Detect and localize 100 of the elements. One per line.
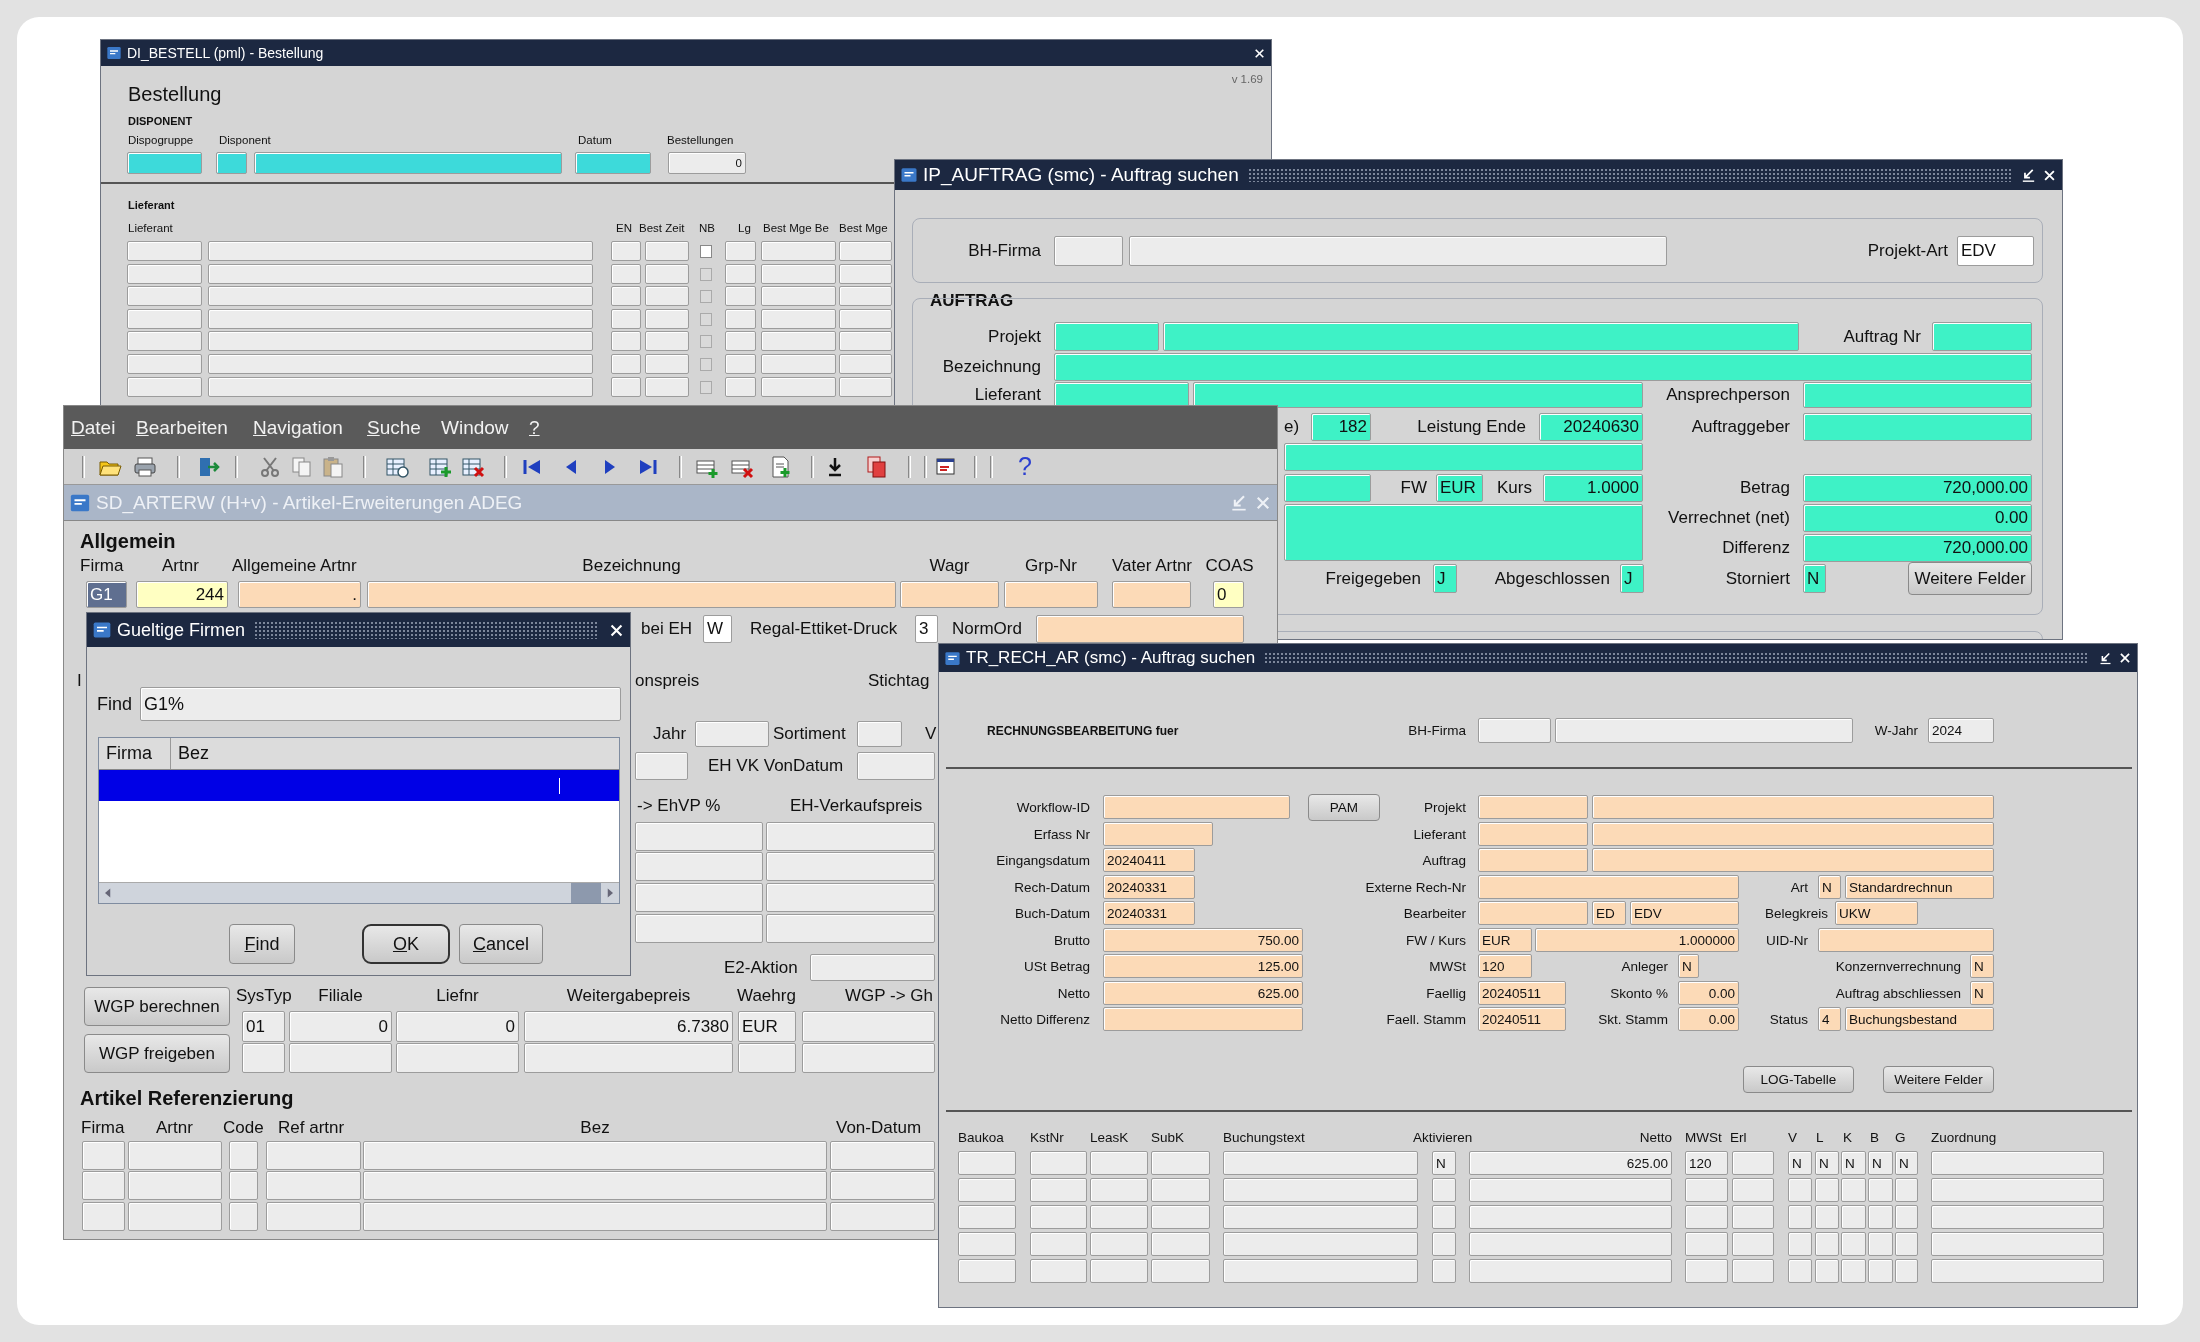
minimize-icon[interactable] (2098, 650, 2113, 666)
input-field[interactable]: 120 (1478, 954, 1532, 978)
input-field[interactable]: N (1678, 954, 1699, 978)
input-field[interactable] (127, 377, 202, 397)
input-field[interactable] (1151, 1205, 1210, 1229)
input-field[interactable] (1103, 795, 1290, 819)
input-field[interactable] (1788, 1259, 1812, 1283)
input-field[interactable]: N (1815, 1151, 1839, 1175)
input-field[interactable] (839, 309, 892, 329)
input-field[interactable] (1054, 322, 1159, 351)
input-field[interactable] (82, 1171, 125, 1200)
input-field[interactable] (645, 377, 689, 397)
copy-icon[interactable] (290, 454, 314, 479)
input-field[interactable] (1592, 848, 1994, 872)
input-field[interactable] (695, 721, 769, 747)
input-field[interactable] (1151, 1151, 1210, 1175)
input-field[interactable] (611, 286, 641, 306)
pam-button[interactable]: PAM (1308, 793, 1380, 821)
input-field[interactable] (1223, 1259, 1418, 1283)
input-field[interactable]: Buchungsbestand (1845, 1007, 1994, 1031)
printer-icon[interactable] (133, 454, 157, 479)
input-field[interactable] (127, 309, 202, 329)
input-field[interactable] (725, 241, 756, 261)
input-field[interactable]: N (1803, 564, 1826, 593)
input-field[interactable] (1478, 875, 1739, 899)
input-field[interactable] (1090, 1178, 1148, 1202)
input-field[interactable] (635, 752, 688, 780)
input-field[interactable]: 120 (1685, 1151, 1728, 1175)
input-field[interactable] (1788, 1178, 1812, 1202)
input-field[interactable]: 2024 (1928, 718, 1994, 743)
input-field[interactable] (1895, 1259, 1918, 1283)
input-field[interactable]: EDV (1957, 236, 2034, 266)
column-header[interactable]: Bez (171, 738, 217, 769)
input-field[interactable] (1732, 1205, 1774, 1229)
input-field[interactable]: Standardrechnun (1845, 875, 1994, 899)
input-field[interactable]: 20240331 (1103, 875, 1195, 899)
input-field[interactable] (830, 1171, 935, 1200)
close-icon[interactable] (2118, 651, 2132, 665)
input-field[interactable] (266, 1171, 361, 1200)
menu-item[interactable]: Bearbeiten (136, 416, 228, 439)
help-button[interactable]: ? (1018, 454, 1032, 479)
input-field[interactable]: 0.00 (1678, 1007, 1739, 1031)
input-field[interactable]: 20240511 (1478, 1007, 1566, 1031)
input-field[interactable] (242, 1043, 285, 1073)
input-field[interactable]: N (1970, 981, 1994, 1005)
input-field[interactable] (1469, 1205, 1672, 1229)
input-field[interactable] (645, 354, 689, 374)
input-field[interactable] (1931, 1151, 2104, 1175)
input-field[interactable] (645, 264, 689, 284)
input-field[interactable] (82, 1202, 125, 1231)
input-field[interactable] (1151, 1178, 1210, 1202)
input-field[interactable] (254, 152, 562, 174)
input-field[interactable]: 3 (915, 615, 938, 643)
input-field[interactable] (1841, 1178, 1866, 1202)
input-field[interactable] (1818, 928, 1994, 952)
input-field[interactable] (1803, 413, 2032, 441)
input-field[interactable] (766, 914, 935, 943)
input-field[interactable] (1284, 443, 1643, 471)
clipboard-icon[interactable] (321, 454, 345, 479)
input-field[interactable]: 625.00 (1469, 1151, 1672, 1175)
input-field[interactable] (363, 1141, 827, 1170)
input-field[interactable] (830, 1202, 935, 1231)
input-field[interactable] (1931, 1259, 2104, 1283)
input-field[interactable] (611, 331, 641, 351)
input-field[interactable] (1931, 1205, 2104, 1229)
input-field[interactable] (1103, 1007, 1303, 1031)
input-field[interactable] (1284, 504, 1643, 561)
input-field[interactable] (1284, 474, 1371, 502)
input-field[interactable] (839, 264, 892, 284)
input-field[interactable]: G1% (140, 687, 621, 721)
input-field[interactable] (611, 354, 641, 374)
input-field[interactable] (1193, 382, 1643, 408)
input-field[interactable] (127, 286, 202, 306)
input-field[interactable] (900, 581, 999, 608)
input-field[interactable]: 01 (242, 1011, 285, 1042)
input-field[interactable] (208, 309, 593, 329)
input-field[interactable] (958, 1259, 1016, 1283)
scroll-thumb[interactable] (571, 883, 601, 903)
input-field[interactable]: 750.00 (1103, 928, 1303, 952)
input-field[interactable] (363, 1171, 827, 1200)
input-field[interactable] (524, 1043, 733, 1073)
input-field[interactable] (1478, 901, 1588, 925)
input-field[interactable]: 625.00 (1103, 981, 1303, 1005)
input-field[interactable] (1732, 1178, 1774, 1202)
input-field[interactable] (766, 822, 935, 851)
input-field[interactable] (725, 331, 756, 351)
input-field[interactable] (635, 852, 763, 881)
input-field[interactable] (1129, 236, 1667, 266)
input-field[interactable] (635, 822, 763, 851)
cancel-button[interactable]: Cancel (459, 924, 543, 964)
input-field[interactable] (645, 331, 689, 351)
input-field[interactable] (761, 241, 836, 261)
input-field[interactable]: 1.000000 (1535, 928, 1739, 952)
input-field[interactable] (1054, 236, 1123, 266)
more-fields-button[interactable]: Weitere Felder (1883, 1066, 1994, 1093)
input-field[interactable]: 0.00 (1678, 981, 1739, 1005)
input-field[interactable] (766, 852, 935, 881)
input-field[interactable] (1841, 1259, 1866, 1283)
input-field[interactable] (958, 1232, 1016, 1256)
input-field[interactable] (802, 1043, 935, 1073)
